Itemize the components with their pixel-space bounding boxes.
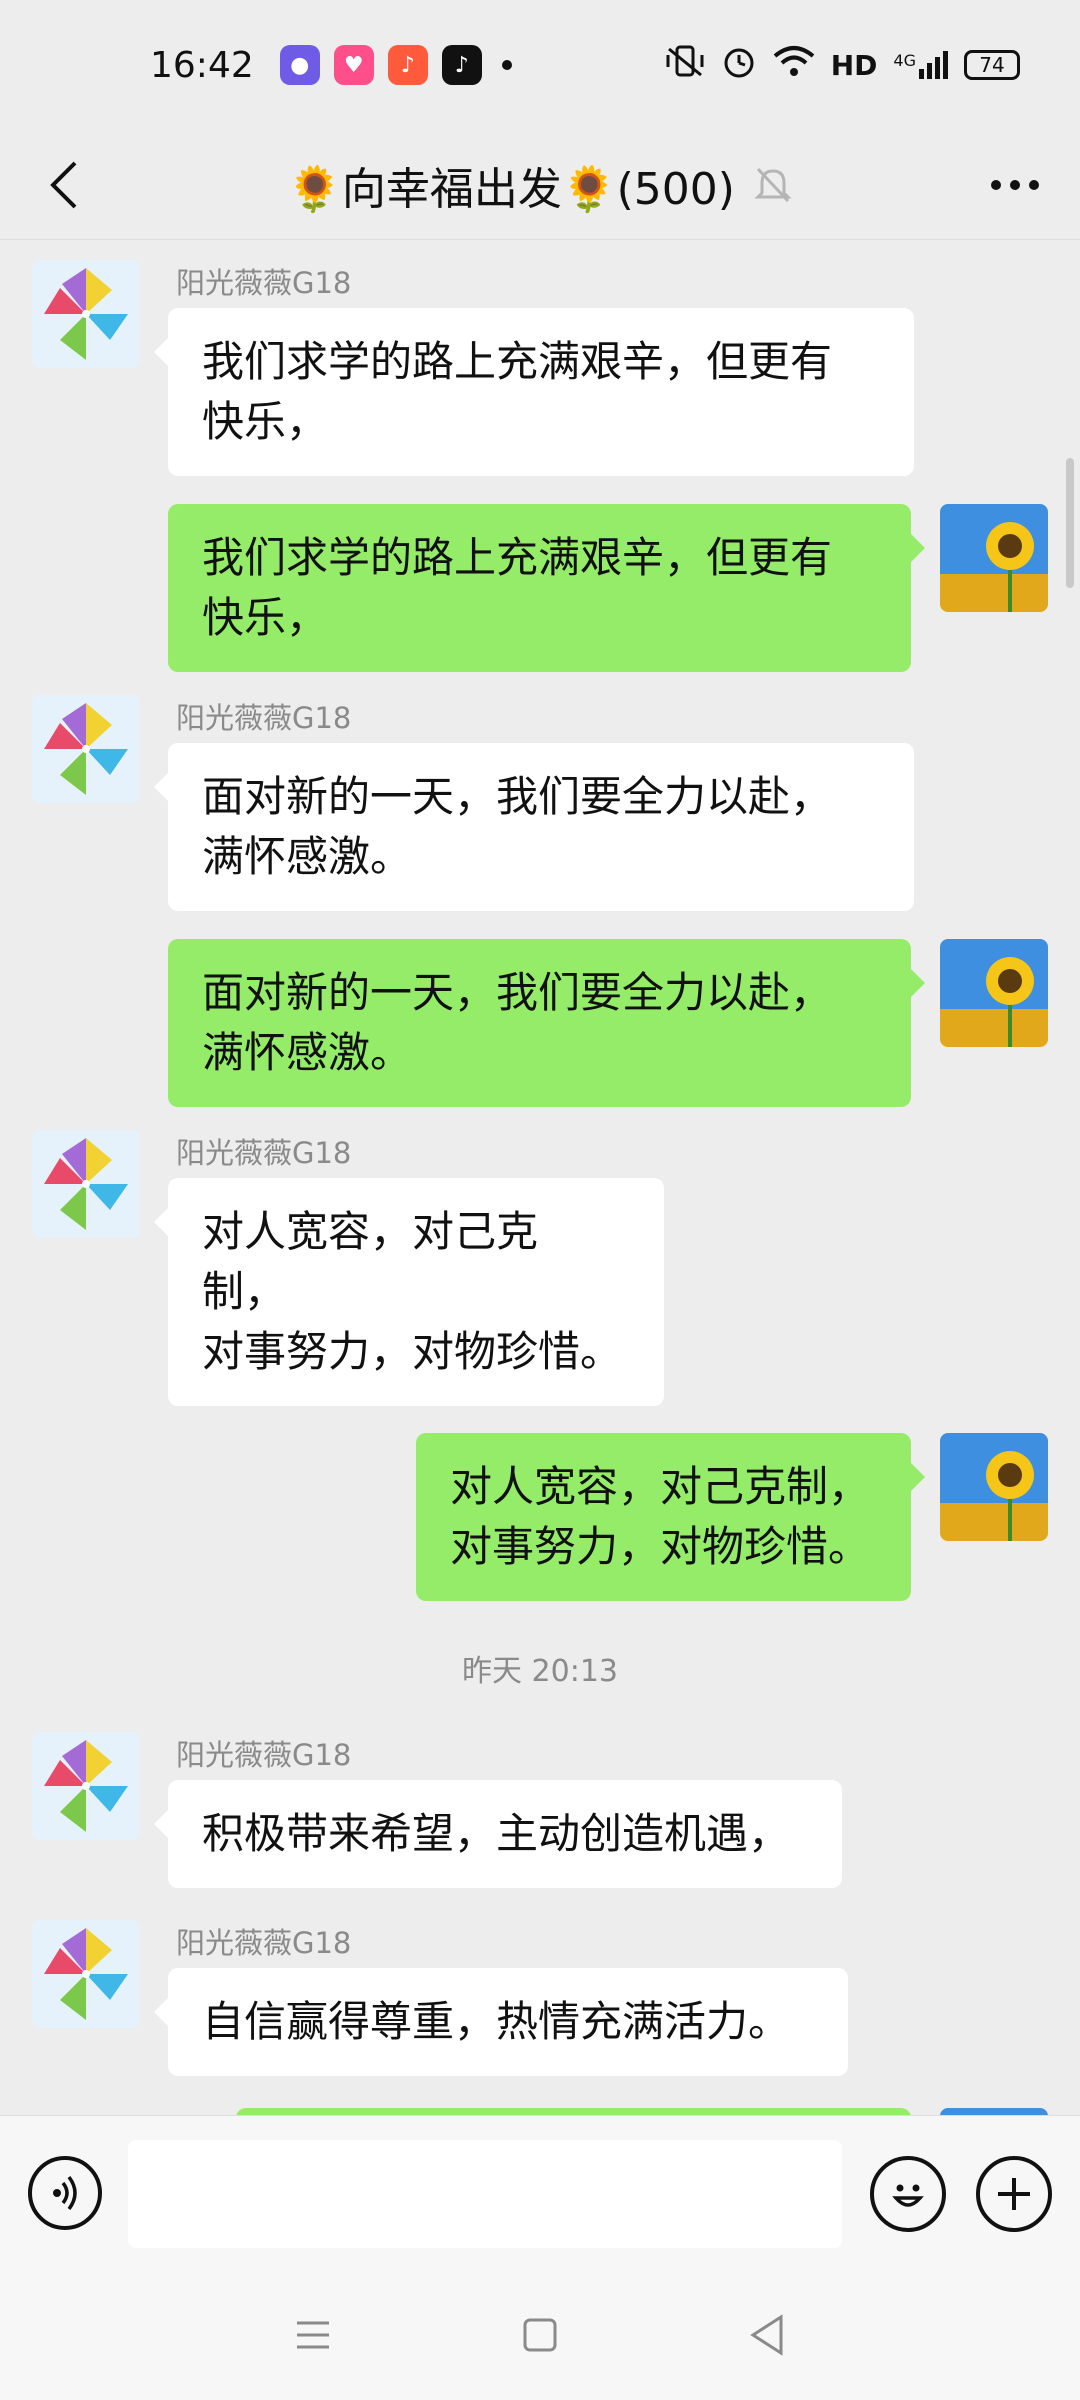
message-bubble[interactable]: 我们求学的路上充满艰辛，但更有 快乐， <box>154 308 914 476</box>
menu-icon <box>297 2321 330 2349</box>
emoji-icon <box>892 2184 924 2207</box>
avatar-pinwheel[interactable] <box>32 1130 140 1238</box>
chat-title[interactable]: 🌻向幸福出发🌻(500) <box>287 153 735 217</box>
message-bubble[interactable]: 我们求学的路上充满艰辛，但更有 快乐， <box>168 504 925 672</box>
avatar-sunflower[interactable] <box>940 504 1048 612</box>
message-bubble[interactable]: 积极带来希望，主动创造机遇， <box>154 1780 842 1888</box>
more-dots-icon <box>991 180 1039 190</box>
status-right: HD 4G 74 <box>665 43 1020 87</box>
voice-button[interactable] <box>28 2156 102 2230</box>
chat-screen: 16:42 ● ♥ ♪ ♪ HD 4G 74 🌻向幸福出发🌻(500) 阳光薇薇… <box>0 0 1080 2400</box>
message-bubble[interactable]: 面对新的一天，我们要全力以赴， 满怀感激。 <box>168 939 925 1107</box>
scrollbar[interactable] <box>1066 458 1074 588</box>
plus-icon <box>998 2178 1030 2210</box>
message-input[interactable] <box>128 2140 842 2248</box>
bell-muted-icon <box>753 165 793 205</box>
avatar-pinwheel[interactable] <box>32 1920 140 2028</box>
hd-label: HD <box>830 48 878 82</box>
message-bubble[interactable]: 面对新的一天，我们要全力以赴， 满怀感激。 <box>154 743 914 911</box>
wifi-icon <box>773 44 815 86</box>
message-bubble[interactable]: 对人宽容，对己克制， 对事努力，对物珍惜。 <box>416 1433 925 1601</box>
chat-header: 🌻向幸福出发🌻(500) <box>0 130 1080 240</box>
avatar-pinwheel[interactable] <box>32 260 140 368</box>
back-button[interactable] <box>30 150 100 220</box>
nav-back-button[interactable] <box>737 2305 797 2365</box>
sender-name: 阳光薇薇G18 <box>176 266 352 300</box>
system-nav-bar <box>0 2270 1080 2400</box>
message-list[interactable]: 阳光薇薇G18 我们求学的路上充满艰辛，但更有 快乐， 我们求学的路上充满艰辛，… <box>0 240 1080 2115</box>
sender-name: 阳光薇薇G18 <box>176 701 352 735</box>
music-app-icon: ♪ <box>387 45 428 85</box>
avatar-pinwheel[interactable] <box>32 1732 140 1840</box>
purple-app-icon: ● <box>279 45 320 85</box>
message-bubble[interactable]: 对人宽容，对己克 制， 对事努力，对物珍惜。 <box>154 1178 664 1406</box>
signal-label: 4G <box>893 51 916 70</box>
chevron-left-icon <box>50 161 77 209</box>
more-notifications-dot <box>501 60 512 70</box>
pink-app-icon: ♥ <box>333 45 374 85</box>
avatar-sunflower[interactable] <box>940 1433 1048 1541</box>
avatar-sunflower[interactable] <box>940 939 1048 1047</box>
message-bubble-partial[interactable] <box>236 2108 911 2115</box>
sender-name: 阳光薇薇G18 <box>176 1738 352 1772</box>
notification-icons: ● ♥ ♪ ♪ <box>279 45 512 85</box>
signal-icon: 4G <box>893 51 948 79</box>
home-button[interactable] <box>510 2305 570 2365</box>
title-wrap: 🌻向幸福出发🌻(500) <box>287 153 793 217</box>
avatar-pinwheel[interactable] <box>32 695 140 803</box>
battery-indicator: 74 <box>964 50 1020 80</box>
vibrate-mute-icon <box>665 43 705 87</box>
status-bar: 16:42 ● ♥ ♪ ♪ HD 4G 74 <box>0 0 1080 130</box>
home-icon <box>523 2318 557 2352</box>
sender-name: 阳光薇薇G18 <box>176 1136 352 1170</box>
avatar-sunflower[interactable] <box>940 2108 1048 2115</box>
sender-name: 阳光薇薇G18 <box>176 1926 352 1960</box>
more-button[interactable] <box>980 150 1050 220</box>
message-bubble[interactable]: 自信赢得尊重，热情充满活力。 <box>154 1968 848 2076</box>
tiktok-icon: ♪ <box>441 45 482 85</box>
alarm-icon <box>721 43 757 87</box>
plus-button[interactable] <box>976 2156 1052 2232</box>
input-bar <box>0 2115 1080 2270</box>
back-triangle-icon <box>749 2314 783 2356</box>
menu-button[interactable] <box>283 2305 343 2365</box>
emoji-button[interactable] <box>870 2156 946 2232</box>
timestamp: 昨天 20:13 <box>462 1654 618 1689</box>
voice-icon <box>53 2175 77 2211</box>
status-time: 16:42 <box>150 44 254 86</box>
